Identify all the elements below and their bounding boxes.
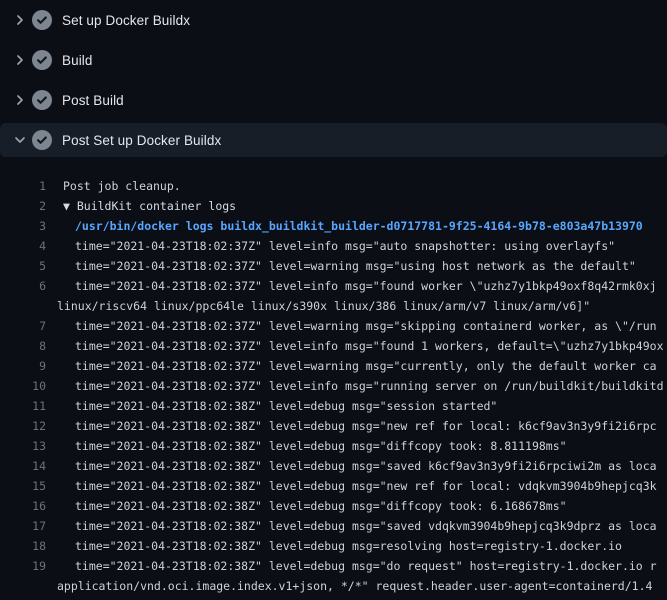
- log-line-number[interactable]: 2: [0, 196, 46, 216]
- step-row-post-set-up-docker-buildx[interactable]: Post Set up Docker Buildx: [0, 123, 667, 157]
- log-line-text: Post job cleanup.: [46, 176, 181, 196]
- log-line: 16time="2021-04-23T18:02:38Z" level=debu…: [0, 496, 667, 516]
- log-line: 5time="2021-04-23T18:02:37Z" level=warni…: [0, 256, 667, 276]
- log-line: 18time="2021-04-23T18:02:38Z" level=debu…: [0, 536, 667, 556]
- step-label: Post Build: [62, 93, 124, 108]
- chevron-right-icon: [12, 52, 28, 68]
- log-line-number[interactable]: 18: [0, 536, 46, 556]
- log-line: 2▼ BuildKit container logs: [0, 196, 667, 216]
- log-line-text: time="2021-04-23T18:02:37Z" level=warnin…: [46, 256, 636, 276]
- chevron-right-icon: [12, 92, 28, 108]
- log-line-text: time="2021-04-23T18:02:37Z" level=info m…: [46, 376, 664, 396]
- check-circle-icon: [32, 130, 52, 150]
- log-line-text: application/vnd.oci.image.index.v1+json,…: [46, 576, 652, 596]
- steps-list: Set up Docker Buildx Build Post Build Post …: [0, 0, 667, 157]
- check-circle-icon: [32, 90, 52, 110]
- log-line-number[interactable]: 16: [0, 496, 46, 516]
- check-circle-icon: [32, 50, 52, 70]
- log-line-text: time="2021-04-23T18:02:38Z" level=debug …: [46, 556, 657, 576]
- log-line: 3/usr/bin/docker logs buildx_buildkit_bu…: [0, 216, 667, 236]
- log-line: 8time="2021-04-23T18:02:37Z" level=info …: [0, 336, 667, 356]
- log-line: 15time="2021-04-23T18:02:38Z" level=debu…: [0, 476, 667, 496]
- log-line-number[interactable]: 10: [0, 376, 46, 396]
- log-line-text: linux/riscv64 linux/ppc64le linux/s390x …: [46, 296, 590, 316]
- log-line-text: time="2021-04-23T18:02:38Z" level=debug …: [46, 496, 567, 516]
- log-line-number[interactable]: 4: [0, 236, 46, 256]
- log-line: 4time="2021-04-23T18:02:37Z" level=info …: [0, 236, 667, 256]
- log-line-number[interactable]: 6: [0, 276, 46, 296]
- step-row-build[interactable]: Build: [0, 40, 667, 80]
- log-line-number[interactable]: 15: [0, 476, 46, 496]
- log-line: 9time="2021-04-23T18:02:37Z" level=warni…: [0, 356, 667, 376]
- log-line: linux/riscv64 linux/ppc64le linux/s390x …: [0, 296, 667, 316]
- log-line: 19time="2021-04-23T18:02:38Z" level=debu…: [0, 556, 667, 576]
- log-line: 1Post job cleanup.: [0, 176, 667, 196]
- chevron-down-icon: [12, 132, 28, 148]
- log-line-text: time="2021-04-23T18:02:37Z" level=warnin…: [46, 356, 657, 376]
- log-line: 14time="2021-04-23T18:02:38Z" level=debu…: [0, 456, 667, 476]
- log-line: 13time="2021-04-23T18:02:38Z" level=debu…: [0, 436, 667, 456]
- log-line: application/vnd.oci.image.index.v1+json,…: [0, 576, 667, 596]
- log-line-text: time="2021-04-23T18:02:37Z" level=info m…: [46, 336, 664, 356]
- log-line: 11time="2021-04-23T18:02:38Z" level=debu…: [0, 396, 667, 416]
- log-line-text: time="2021-04-23T18:02:38Z" level=debug …: [46, 516, 657, 536]
- log-line-number[interactable]: 14: [0, 456, 46, 476]
- log-group-toggle[interactable]: ▼ BuildKit container logs: [46, 196, 236, 216]
- chevron-right-icon: [12, 12, 28, 28]
- step-label: Post Set up Docker Buildx: [62, 133, 221, 148]
- log-line-number[interactable]: 20: [0, 596, 46, 600]
- log-line-number[interactable]: 13: [0, 436, 46, 456]
- log-line-number[interactable]: 9: [0, 356, 46, 376]
- step-label: Build: [62, 53, 93, 68]
- log-line-number: [0, 576, 46, 596]
- log-line-number[interactable]: 8: [0, 336, 46, 356]
- log-line-number[interactable]: 12: [0, 416, 46, 436]
- step-row-post-build[interactable]: Post Build: [0, 80, 667, 120]
- step-row-set-up-docker-buildx[interactable]: Set up Docker Buildx: [0, 0, 667, 40]
- log-line-text: time="2021-04-23T18:02:38Z" level=debug …: [46, 536, 622, 556]
- log-line: 17time="2021-04-23T18:02:38Z" level=debu…: [0, 516, 667, 536]
- check-circle-icon: [32, 10, 52, 30]
- log-line: 12time="2021-04-23T18:02:38Z" level=debu…: [0, 416, 667, 436]
- log-line-number[interactable]: 19: [0, 556, 46, 576]
- log-line: 6time="2021-04-23T18:02:37Z" level=info …: [0, 276, 667, 296]
- log-line: 20time="2021-04-23T18:02:38Z" level=debu…: [0, 596, 667, 600]
- log-line-text: time="2021-04-23T18:02:37Z" level=warnin…: [46, 316, 657, 336]
- log-line-number[interactable]: 5: [0, 256, 46, 276]
- log-line-text: time="2021-04-23T18:02:37Z" level=info m…: [46, 276, 657, 296]
- log-line-text: time="2021-04-23T18:02:38Z" level=debug …: [46, 476, 657, 496]
- log-line-number[interactable]: 7: [0, 316, 46, 336]
- log-line-text: time="2021-04-23T18:02:38Z" level=debug …: [46, 596, 657, 600]
- log-line-text: time="2021-04-23T18:02:37Z" level=info m…: [46, 236, 615, 256]
- log-line-number[interactable]: 11: [0, 396, 46, 416]
- log-line-text: time="2021-04-23T18:02:38Z" level=debug …: [46, 416, 657, 436]
- log-line-text: time="2021-04-23T18:02:38Z" level=debug …: [46, 396, 497, 416]
- log-line-text: time="2021-04-23T18:02:38Z" level=debug …: [46, 456, 657, 476]
- log-line-text: time="2021-04-23T18:02:38Z" level=debug …: [46, 436, 567, 456]
- log-line: 7time="2021-04-23T18:02:37Z" level=warni…: [0, 316, 667, 336]
- log-command-text: /usr/bin/docker logs buildx_buildkit_bui…: [46, 216, 643, 236]
- step-label: Set up Docker Buildx: [62, 13, 190, 28]
- log-line-number: [0, 296, 46, 316]
- workflow-log-viewer: Set up Docker Buildx Build Post Build Post …: [0, 0, 667, 600]
- log-line-number[interactable]: 1: [0, 176, 46, 196]
- log-line-number[interactable]: 17: [0, 516, 46, 536]
- log-area: 1Post job cleanup.2▼ BuildKit container …: [0, 160, 667, 600]
- log-line: 10time="2021-04-23T18:02:37Z" level=info…: [0, 376, 667, 396]
- log-line-number[interactable]: 3: [0, 216, 46, 236]
